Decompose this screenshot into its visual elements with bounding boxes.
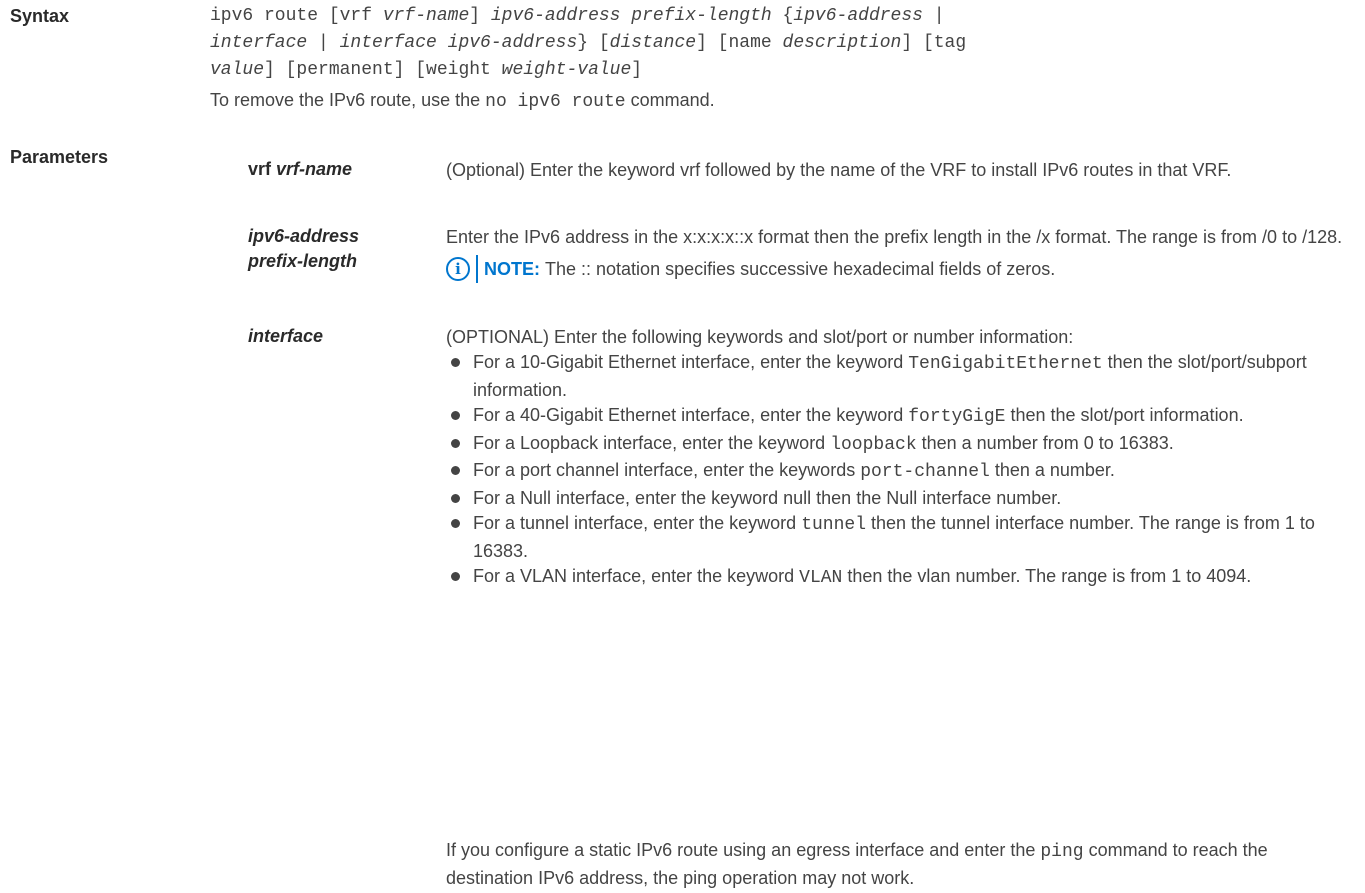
- syntax-line-2: interface | interface ipv6-address} [dis…: [210, 30, 1330, 57]
- interface-bullet-item: For a VLAN interface, enter the keyword …: [446, 564, 1346, 592]
- syntax-keyword: ]: [469, 6, 491, 26]
- param-desc-interface: (OPTIONAL) Enter the following keywords …: [446, 324, 1346, 592]
- syntax-argument: distance: [609, 33, 697, 53]
- syntax-argument: interface ipv6-address: [339, 33, 578, 53]
- syntax-block: ipv6 route [vrf vrf-name] ipv6-address p…: [210, 3, 1330, 84]
- remove-text-after: command.: [625, 90, 715, 110]
- interface-bullet-item: For a 10-Gigabit Ethernet interface, ent…: [446, 350, 1346, 403]
- bullet-keyword-code: fortyGigE: [908, 407, 1006, 427]
- bullet-text: then the vlan number. The range is from …: [842, 566, 1252, 586]
- syntax-keyword: {: [771, 6, 794, 26]
- param-term-interface: interface: [248, 326, 324, 346]
- info-circle-icon: i: [446, 257, 470, 281]
- param-desc-interface-intro: (OPTIONAL) Enter the following keywords …: [446, 327, 1074, 347]
- syntax-keyword: ] [name: [696, 33, 783, 53]
- bullet-text: For a port channel interface, enter the …: [473, 460, 861, 480]
- syntax-keyword: ipv6 route [vrf: [210, 6, 383, 26]
- param-term-ipv6-line2: prefix-length: [248, 251, 358, 271]
- bullet-keyword-code: loopback: [830, 434, 917, 455]
- bullet-keyword-code: tunnel: [801, 515, 866, 535]
- param-term-vrf-arg: vrf-name: [276, 159, 353, 179]
- syntax-keyword: |: [922, 6, 945, 26]
- bullet-text: For a VLAN interface, enter the keyword: [473, 566, 800, 586]
- egress-interface-note: If you configure a static IPv6 route usi…: [446, 837, 1351, 891]
- syntax-label: Syntax: [10, 6, 70, 26]
- syntax-keyword: ] [tag: [901, 33, 967, 53]
- syntax-line-1: ipv6 route [vrf vrf-name] ipv6-address p…: [210, 3, 1330, 30]
- syntax-keyword: ]: [631, 60, 643, 80]
- remove-command-text: To remove the IPv6 route, use the no ipv…: [210, 87, 715, 116]
- param-desc-ipv6-text: Enter the IPv6 address in the x:x:x:x::x…: [446, 227, 1343, 247]
- remove-command-code: no ipv6 route: [485, 92, 626, 112]
- interface-bullet-item: For a Null interface, enter the keyword …: [446, 486, 1346, 512]
- bullet-text: then a number from 0 to 16383.: [916, 432, 1174, 453]
- interface-bullet-item: For a Loopback interface, enter the keyw…: [446, 431, 1346, 459]
- syntax-argument: description: [782, 33, 902, 53]
- note-text: The :: notation specifies successive hex…: [545, 259, 1056, 279]
- bullet-text: For a Null interface, enter the keyword …: [473, 487, 1062, 508]
- syntax-argument: vrf-name: [382, 6, 470, 26]
- footer-text-before: If you configure a static IPv6 route usi…: [446, 840, 1041, 860]
- interface-bullet-item: For a 40-Gigabit Ethernet interface, ent…: [446, 403, 1346, 431]
- bullet-keyword-code: TenGigabitEthernet: [908, 354, 1103, 374]
- interface-bullet-list: For a 10-Gigabit Ethernet interface, ent…: [446, 350, 1346, 592]
- syntax-argument: ipv6-address prefix-length: [490, 6, 772, 26]
- parameters-label: Parameters: [10, 147, 109, 167]
- param-term-vrf: vrf vrf-name: [248, 157, 428, 182]
- param-term-ipv6: ipv6-address prefix-length: [248, 224, 428, 274]
- syntax-argument: value: [210, 60, 265, 80]
- syntax-keyword: |: [307, 33, 340, 53]
- bullet-text: For a Loopback interface, enter the keyw…: [473, 432, 831, 453]
- interface-bullet-item: For a tunnel interface, enter the keywor…: [446, 511, 1346, 564]
- bullet-keyword-code: port-channel: [860, 462, 990, 482]
- note-box: i NOTE: The :: notation specifies succes…: [446, 255, 1346, 283]
- footer-ping-code: ping: [1040, 842, 1084, 862]
- param-desc-vrf: (Optional) Enter the keyword vrf followe…: [446, 160, 1232, 180]
- param-term-vrf-keyword: vrf: [248, 159, 277, 179]
- note-divider: [476, 255, 478, 283]
- document-page: Syntax ipv6 route [vrf vrf-name] ipv6-ad…: [0, 0, 1365, 893]
- param-term-ipv6-line1: ipv6-address: [248, 226, 360, 246]
- syntax-keyword: ] [permanent] [weight: [264, 60, 502, 80]
- remove-text-before: To remove the IPv6 route, use the: [210, 90, 486, 110]
- bullet-text: For a 40-Gigabit Ethernet interface, ent…: [473, 405, 909, 425]
- syntax-line-3: value] [permanent] [weight weight-value]: [210, 57, 1330, 84]
- syntax-keyword: } [: [577, 33, 610, 53]
- param-desc-ipv6: Enter the IPv6 address in the x:x:x:x::x…: [446, 224, 1346, 283]
- bullet-text: For a 10-Gigabit Ethernet interface, ent…: [473, 352, 909, 372]
- syntax-argument: interface: [210, 33, 308, 53]
- note-label: NOTE:: [484, 259, 540, 279]
- bullet-keyword-code: VLAN: [799, 568, 843, 588]
- bullet-text: then a number.: [989, 460, 1115, 480]
- bullet-text: For a tunnel interface, enter the keywor…: [473, 513, 802, 533]
- interface-bullet-item: For a port channel interface, enter the …: [446, 458, 1346, 486]
- bullet-text: then the slot/port information.: [1005, 405, 1244, 425]
- syntax-argument: weight-value: [501, 60, 632, 80]
- syntax-argument: ipv6-address: [793, 6, 923, 26]
